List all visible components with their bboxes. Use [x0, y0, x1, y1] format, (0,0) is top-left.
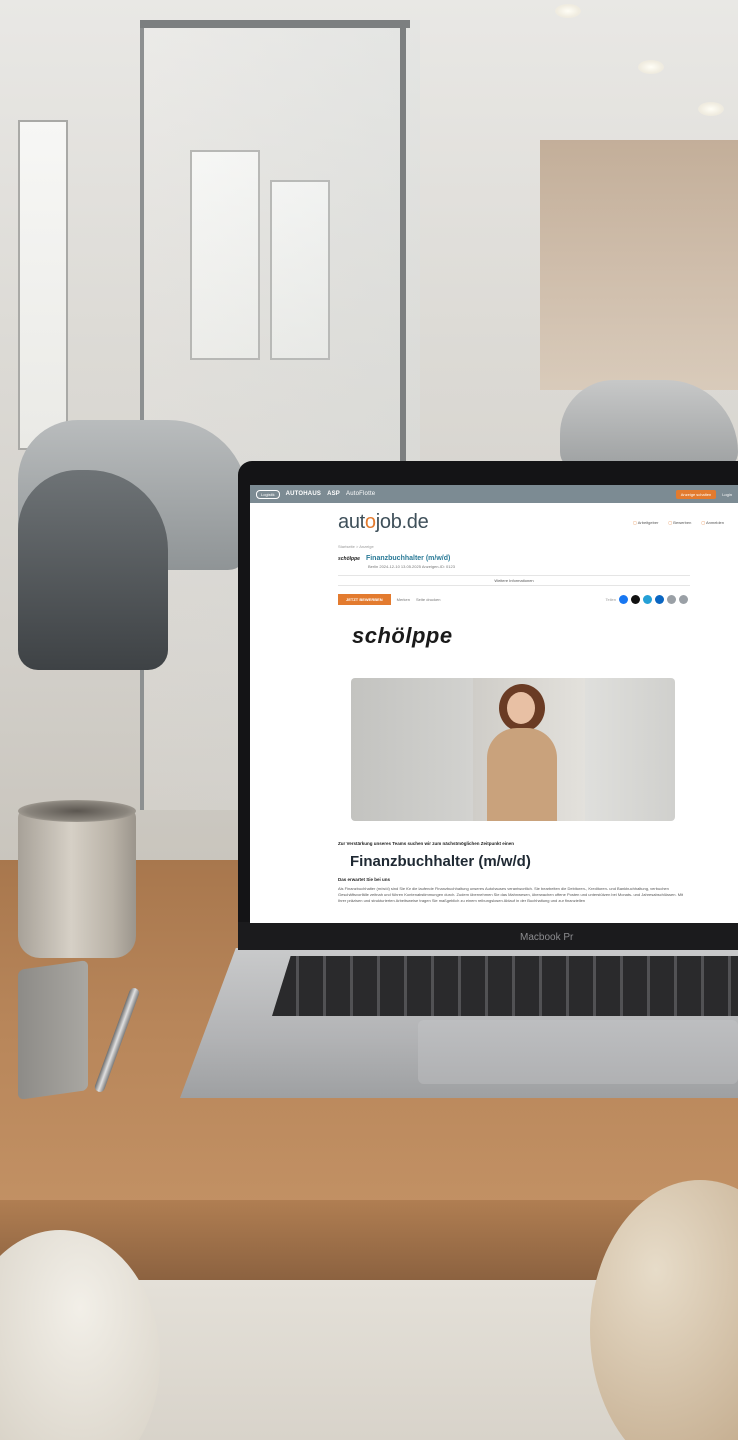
save-job-button[interactable]: Merken [397, 597, 410, 602]
share-bar: Teilen [606, 595, 688, 604]
job-actions: JETZT BEWERBEN Merken Seite drucken Teil… [250, 586, 738, 611]
breadcrumb[interactable]: Startseite > Anzeige [250, 540, 738, 553]
nav-login[interactable]: Anmelden [701, 520, 724, 525]
ceiling-light [638, 60, 664, 74]
wood-panel [540, 140, 738, 390]
x-icon[interactable] [631, 595, 640, 604]
login-link[interactable]: Login [722, 492, 732, 497]
site-topbar: Logistik AUTOHAUS ASP AutoFlotte Anzeige… [250, 485, 738, 503]
share-label: Teilen [605, 597, 616, 602]
job-title-link[interactable]: Finanzbuchhalter (m/w/d) [366, 555, 450, 562]
job-meta: Berlin 2024-12-10 13.05.2025 Anzeigen-ID… [368, 564, 455, 569]
print-page-button[interactable]: Seite drucken [416, 597, 440, 602]
company-logo: schölppe [352, 623, 453, 648]
nav-employer[interactable]: Arbeitgeber [633, 520, 659, 525]
whatsapp-icon[interactable] [667, 595, 676, 604]
site-header: autojob.de Arbeitgeber Bewerben Anmelden [250, 503, 738, 540]
site-logo[interactable]: autojob.de [338, 511, 429, 534]
person-body [487, 728, 557, 821]
glass-frame [140, 20, 410, 28]
photo-scene: Macbook Pr Logistik AUTOHAUS ASP AutoFlo… [0, 0, 738, 1440]
linkedin-icon[interactable] [655, 595, 664, 604]
coffee-mug [18, 808, 136, 958]
section-heading: Das erwartet Sie bei uns [338, 877, 391, 882]
showroom-car [18, 470, 168, 670]
facebook-icon[interactable] [619, 595, 628, 604]
job-intro: Zur Verstärkung unseres Teams suchen wir… [338, 841, 514, 846]
job-hero-image [351, 678, 675, 821]
laptop-trackpad [418, 1020, 738, 1084]
notebook [18, 960, 88, 1100]
company-mini-logo: schölppe [338, 555, 360, 562]
laptop-keyboard [272, 956, 738, 1016]
job-description: Als Finanzbuchhalter (m/w/d) sind Sie fü… [338, 886, 684, 903]
topbar-brand-autoflotte[interactable]: AutoFlotte [346, 491, 375, 497]
laptop-screen: Logistik AUTOHAUS ASP AutoFlotte Anzeige… [250, 485, 738, 923]
post-ad-button[interactable]: Anzeige schalten [675, 489, 717, 499]
xing-icon[interactable] [643, 595, 652, 604]
email-icon[interactable] [679, 595, 688, 604]
nav-apply[interactable]: Bewerben [668, 520, 691, 525]
job-headline: Finanzbuchhalter (m/w/d) [350, 853, 531, 870]
job-header: schölppe Finanzbuchhalter (m/w/d) [250, 553, 738, 562]
topbar-pill[interactable]: Logistik [256, 489, 280, 499]
more-info-toggle[interactable]: Weitere Informationen [338, 575, 690, 586]
showroom-window [18, 120, 68, 450]
main-nav: Arbeitgeber Bewerben Anmelden [633, 520, 724, 525]
ceiling-light [698, 102, 724, 116]
topbar-brand-asp[interactable]: ASP [327, 491, 340, 497]
laptop-chin [238, 922, 738, 950]
coffee-mug-rim [18, 800, 136, 822]
topbar-brand-autohaus[interactable]: AUTOHAUS [286, 491, 322, 497]
laptop-model-label: Macbook Pr [520, 932, 574, 943]
ceiling-light [555, 4, 581, 18]
person-face [507, 692, 535, 724]
apply-now-button[interactable]: JETZT BEWERBEN [338, 594, 391, 605]
